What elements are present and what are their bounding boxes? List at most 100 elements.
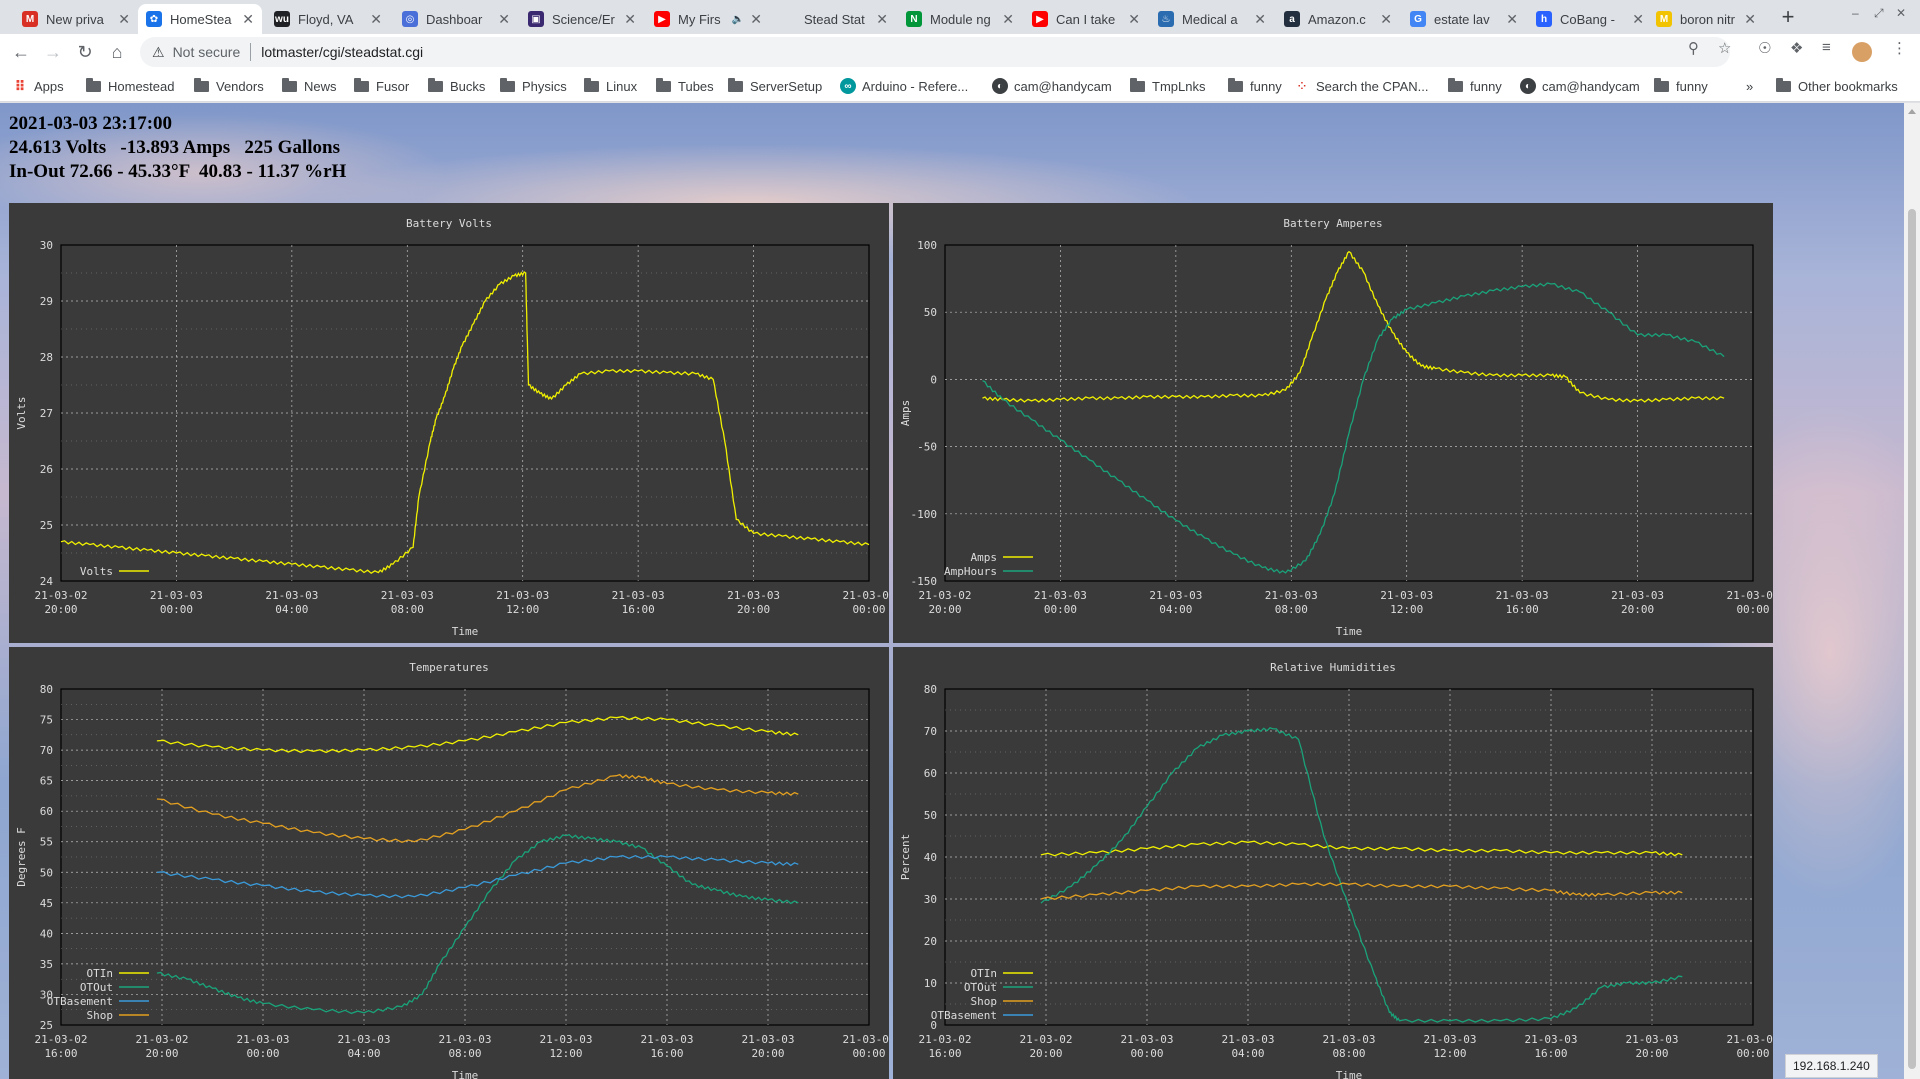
scroll-up-arrow-icon[interactable] — [1908, 109, 1916, 114]
x-tick-label: 21-03-03 — [265, 589, 318, 602]
reading-list-icon[interactable]: ≡ — [1822, 39, 1831, 56]
x-tick-label: 21-03-04 — [843, 1033, 889, 1046]
bookmark-label: funny — [1250, 78, 1282, 94]
home-icon[interactable]: ⌂ — [104, 39, 130, 65]
close-tab-icon[interactable]: ✕ — [118, 11, 130, 28]
bookmark-label: funny — [1470, 78, 1502, 94]
bookmark-7[interactable]: Linux — [584, 77, 637, 95]
bookmark-11[interactable]: ◐ cam@handycam — [992, 77, 1112, 95]
reload-icon[interactable]: ↻ — [72, 39, 98, 65]
extension-shield-icon[interactable]: ☉ — [1758, 39, 1771, 57]
x-axis-label: Time — [1336, 625, 1363, 638]
bookmark-16[interactable]: ◐ cam@handycam — [1520, 77, 1640, 95]
bookmark-2[interactable]: Vendors — [194, 77, 264, 95]
legend-label: Amps — [971, 551, 998, 564]
bookmark-19[interactable]: Other bookmarks — [1776, 77, 1898, 95]
close-tab-icon[interactable]: ✕ — [242, 11, 254, 28]
bookmark-8[interactable]: Tubes — [656, 77, 714, 95]
bookmark-17[interactable]: funny — [1654, 77, 1708, 95]
status-readout: 2021-03-03 23:17:00 24.613 Volts -13.893… — [9, 112, 346, 184]
x-tick-label: 16:00 — [650, 1047, 683, 1060]
x-tick-label: 00:00 — [1736, 1047, 1769, 1060]
new-tab-button[interactable]: + — [1774, 4, 1802, 32]
bookmark-13[interactable]: funny — [1228, 77, 1282, 95]
close-tab-icon[interactable]: ✕ — [1254, 11, 1266, 28]
bookmark-6[interactable]: Physics — [500, 77, 567, 95]
x-tick-label: 21-03-02 — [35, 589, 88, 602]
x-tick-label: 21-03-04 — [1727, 589, 1773, 602]
tab-10[interactable]: a Amazon.c ✕ — [1276, 4, 1400, 34]
bookmark-12[interactable]: TmpLnks — [1130, 77, 1205, 95]
tab-2[interactable]: wu Floyd, VA ✕ — [266, 4, 390, 34]
chart-title: Relative Humidities — [1270, 661, 1396, 674]
back-icon[interactable]: ← — [8, 39, 34, 65]
bookmark-5[interactable]: Bucks — [428, 77, 485, 95]
tab-12[interactable]: h CoBang - ✕ — [1528, 4, 1652, 34]
close-window-icon[interactable]: ✕ — [1896, 6, 1906, 20]
close-tab-icon[interactable]: ✕ — [1002, 11, 1014, 28]
bookmark-3[interactable]: News — [282, 77, 337, 95]
bookmark-18[interactable]: » — [1746, 77, 1753, 95]
y-tick-label: 70 — [924, 725, 937, 738]
folder-icon — [728, 77, 743, 92]
close-tab-icon[interactable]: ✕ — [624, 11, 636, 28]
tab-0[interactable]: M New priva ✕ — [14, 4, 138, 34]
address-bar[interactable]: ⚠ Not secure lotmaster/cgi/steadstat.cgi — [140, 37, 1730, 67]
scrollbar-thumb[interactable] — [1908, 209, 1916, 1069]
close-tab-icon[interactable]: ✕ — [876, 11, 888, 28]
tab-7[interactable]: N Module ng ✕ — [898, 4, 1022, 34]
tab-1[interactable]: ✿ HomeStea ✕ — [138, 4, 262, 34]
bookmark-4[interactable]: Fusor — [354, 77, 409, 95]
tab-8[interactable]: ▶ Can I take ✕ — [1024, 4, 1148, 34]
legend-label: Shop — [87, 1009, 114, 1022]
extensions-puzzle-icon[interactable]: ❖ — [1790, 39, 1803, 57]
x-tick-label: 21-03-03 — [439, 1033, 492, 1046]
tab-title: Floyd, VA — [298, 11, 354, 27]
close-tab-icon[interactable]: ✕ — [1632, 11, 1644, 28]
tab-13[interactable]: Mboron nitr ✕ — [1648, 4, 1764, 34]
y-tick-label: 0 — [930, 373, 937, 386]
blank-page-icon — [780, 11, 796, 27]
tab-3[interactable]: ◎ Dashboar ✕ — [394, 4, 518, 34]
close-tab-icon[interactable]: ✕ — [370, 11, 382, 28]
tab-5[interactable]: ▶ My Firs 🔈 ✕ — [646, 4, 770, 34]
x-tick-label: 21-03-04 — [1727, 1033, 1773, 1046]
y-tick-label: 50 — [924, 306, 937, 319]
page-scrollbar[interactable] — [1904, 103, 1920, 1079]
chart-svg: Relative Humidities0102030405060708021-0… — [899, 661, 1773, 1079]
folder-icon — [282, 77, 297, 92]
tab-9[interactable]: ♨ Medical a ✕ — [1150, 4, 1274, 34]
bookmark-10[interactable]: ∞ Arduino - Refere... — [840, 77, 968, 95]
tab-title: HomeStea — [170, 11, 232, 27]
close-tab-icon[interactable]: ✕ — [1128, 11, 1140, 28]
close-tab-icon[interactable]: ✕ — [750, 11, 762, 28]
x-tick-label: 16:00 — [622, 603, 655, 616]
bookmark-0[interactable]: ⠿ Apps — [12, 77, 64, 95]
url-text[interactable]: lotmaster/cgi/steadstat.cgi — [261, 44, 423, 60]
bookmark-9[interactable]: ServerSetup — [728, 77, 822, 95]
profile-avatar[interactable] — [1852, 42, 1872, 62]
chart-relative-humidities: Relative Humidities 0 10 20 30 40 50 60 70 80 21-0… — [893, 647, 1773, 1079]
tab-11[interactable]: Gestate lav ✕ — [1402, 4, 1526, 34]
bookmark-star-icon[interactable]: ☆ — [1718, 39, 1731, 57]
forward-icon[interactable]: → — [40, 39, 66, 65]
bookmark-15[interactable]: funny — [1448, 77, 1502, 95]
close-tab-icon[interactable]: ✕ — [1506, 11, 1518, 28]
menu-kebab-icon[interactable]: ⋮ — [1892, 39, 1907, 57]
tab-audio-icon[interactable]: 🔈 — [732, 14, 744, 25]
folder-icon — [500, 77, 515, 92]
bookmark-14[interactable]: ⁘ Search the CPAN... — [1294, 77, 1428, 95]
zoom-search-icon[interactable]: ⚲ — [1688, 39, 1699, 57]
folder-icon — [354, 77, 369, 92]
minimize-icon[interactable]: – — [1852, 6, 1859, 20]
tab-6[interactable]: Stead Stat ✕ — [772, 4, 896, 34]
chart-title: Temperatures — [409, 661, 488, 674]
x-tick-label: 21-03-03 — [1626, 1033, 1679, 1046]
close-tab-icon[interactable]: ✕ — [1744, 11, 1756, 28]
bookmark-1[interactable]: Homestead — [86, 77, 174, 95]
close-tab-icon[interactable]: ✕ — [498, 11, 510, 28]
x-tick-label: 21-03-02 — [919, 589, 972, 602]
close-tab-icon[interactable]: ✕ — [1380, 11, 1392, 28]
restore-icon[interactable]: ⤢ — [1874, 6, 1884, 21]
tab-4[interactable]: ▣ Science/Er ✕ — [520, 4, 644, 34]
